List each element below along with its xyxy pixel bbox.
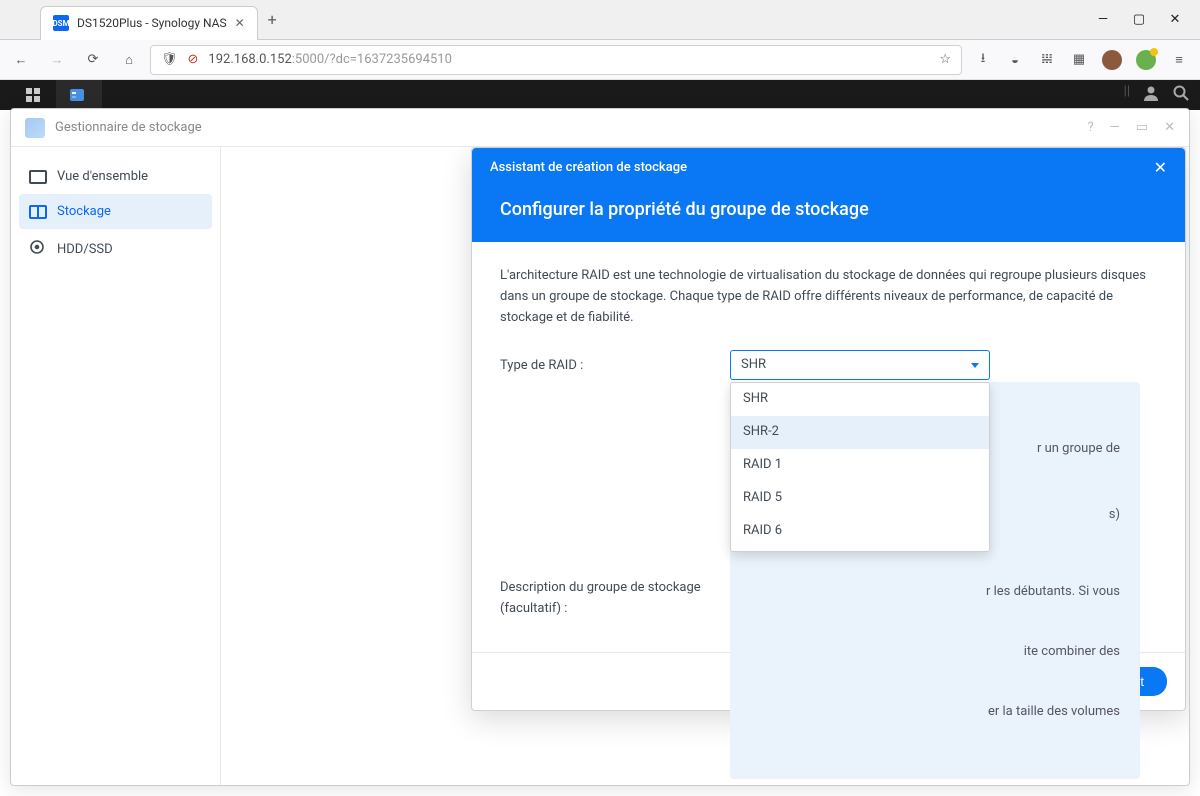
sidebar-item-label: Stockage: [57, 204, 111, 219]
raid-option[interactable]: RAID 6: [731, 515, 989, 548]
sidebar-item-storage[interactable]: Stockage: [19, 194, 212, 229]
app-maximize-icon[interactable]: ▭: [1136, 120, 1148, 135]
nav-forward-icon[interactable]: →: [48, 51, 66, 69]
raid-option[interactable]: SHR-2: [731, 416, 989, 449]
modal-title: Configurer la propriété du groupe de sto…: [472, 187, 1185, 242]
pocket-icon[interactable]: ◒: [1006, 51, 1024, 69]
dsm-taskbar-app-icon[interactable]: [56, 80, 102, 110]
dsm-taskbar: ||: [0, 80, 1200, 110]
raid-type-dropdown[interactable]: SHRSHR-2RAID 1RAID 5RAID 6RAID 10Basic: [730, 382, 990, 552]
app-close-icon[interactable]: ✕: [1164, 120, 1175, 135]
extension-badge-icon[interactable]: [1136, 50, 1156, 70]
dsm-main-menu-icon[interactable]: [10, 80, 56, 110]
tab-favicon: DSM: [53, 15, 69, 31]
window-minimize-icon[interactable]: —: [1096, 13, 1110, 27]
storage-wizard-modal: Assistant de création de stockage ✕ Conf…: [471, 147, 1186, 711]
browser-toolbar: ← → ⟳ ⌂ 🛡 ⊘ 192.168.0.152:5000/?dc=16372…: [0, 40, 1200, 80]
window-close-icon[interactable]: ✕: [1168, 13, 1182, 27]
shield-icon[interactable]: 🛡: [161, 52, 178, 67]
overview-icon: [29, 170, 47, 184]
hdd-icon: [29, 239, 47, 259]
nav-back-icon[interactable]: ←: [12, 51, 30, 69]
nav-home-icon[interactable]: ⌂: [120, 51, 138, 69]
dsm-user-icon[interactable]: [1142, 84, 1160, 106]
tab-close-icon[interactable]: ✕: [235, 16, 245, 30]
browser-tab[interactable]: DSM DS1520Plus - Synology NAS ✕: [40, 6, 258, 40]
new-tab-button[interactable]: +: [268, 10, 277, 29]
raid-option[interactable]: RAID 5: [731, 482, 989, 515]
tab-title: DS1520Plus - Synology NAS: [77, 16, 227, 30]
menu-icon[interactable]: ≡: [1170, 51, 1188, 69]
sidebar-item-overview[interactable]: Vue d'ensemble: [11, 159, 220, 194]
app-icon: [25, 118, 45, 138]
raid-type-label: Type de RAID :: [500, 350, 730, 377]
chevron-down-icon: [971, 363, 979, 368]
modal-body: L'architecture RAID est une technologie …: [472, 242, 1185, 652]
app-title: Gestionnaire de stockage: [55, 120, 202, 135]
raid-option[interactable]: SHR: [731, 383, 989, 416]
modal-close-icon[interactable]: ✕: [1154, 158, 1167, 177]
address-bar[interactable]: 🛡 ⊘ 192.168.0.152:5000/?dc=1637235694510…: [150, 45, 962, 75]
window-maximize-icon[interactable]: ▢: [1132, 13, 1146, 27]
extension-icon[interactable]: ▦: [1070, 51, 1088, 69]
url-text: 192.168.0.152:5000/?dc=1637235694510: [208, 52, 929, 67]
storage-manager-window: Gestionnaire de stockage ? — ▭ ✕ Vue d'e…: [10, 108, 1190, 786]
modal-description: L'architecture RAID est une technologie …: [500, 266, 1157, 328]
modal-wizard-label: Assistant de création de stockage: [490, 160, 687, 175]
nav-reload-icon[interactable]: ⟳: [84, 51, 102, 69]
download-icon[interactable]: ⭳: [974, 51, 992, 69]
lock-icon: ⊘: [188, 52, 199, 67]
app-titlebar: Gestionnaire de stockage ? — ▭ ✕: [11, 109, 1189, 147]
sidebar-item-label: HDD/SSD: [57, 242, 113, 257]
description-label: Description du groupe de stockage (facul…: [500, 572, 730, 620]
app-minimize-icon[interactable]: —: [1110, 120, 1120, 135]
sidebar: Vue d'ensemble Stockage HDD/SSD: [11, 147, 221, 785]
raid-type-select[interactable]: SHR: [730, 350, 990, 380]
dsm-divider-icon: ||: [1124, 84, 1130, 106]
profile-avatar-icon[interactable]: [1102, 50, 1122, 70]
raid-selected-value: SHR: [741, 355, 766, 376]
dsm-search-icon[interactable]: [1172, 84, 1190, 106]
bookmark-star-icon[interactable]: ☆: [939, 52, 951, 67]
storage-icon: [29, 205, 47, 219]
raid-option[interactable]: RAID 1: [731, 449, 989, 482]
modal-header: Assistant de création de stockage ✕ Conf…: [472, 148, 1185, 242]
browser-tabstrip: DSM DS1520Plus - Synology NAS ✕ + — ▢ ✕: [0, 0, 1200, 40]
app-help-icon[interactable]: ?: [1087, 120, 1093, 135]
sidebar-item-label: Vue d'ensemble: [57, 169, 148, 184]
sidebar-item-hdd[interactable]: HDD/SSD: [11, 229, 220, 269]
window-controls: — ▢ ✕: [1078, 13, 1200, 27]
main-content: illez créer au moins un Assistant de cré…: [221, 147, 1189, 785]
raid-option[interactable]: RAID 10: [731, 547, 989, 552]
library-icon[interactable]: 𝍐: [1038, 51, 1056, 69]
